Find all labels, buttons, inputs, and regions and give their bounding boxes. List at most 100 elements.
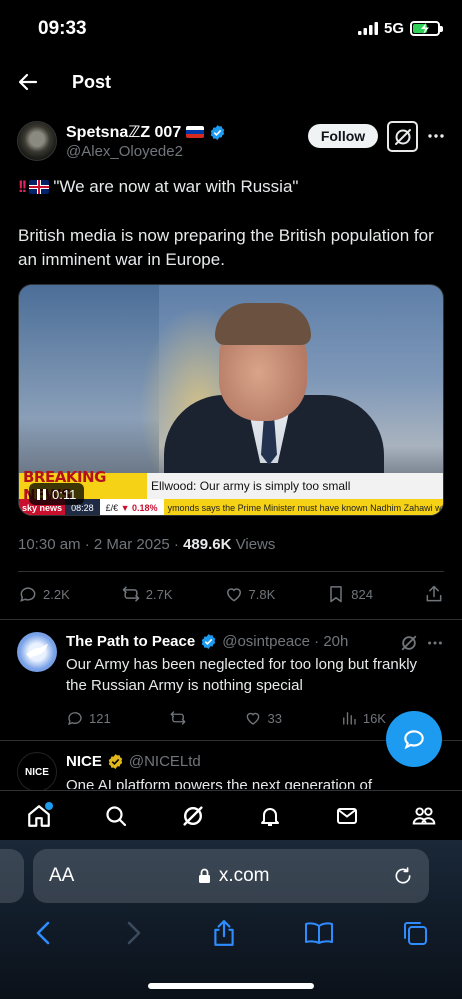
tweet-quote-text: "We are now at war with Russia" [53, 177, 299, 196]
reply-avatar[interactable]: NICE [17, 752, 57, 792]
people-icon [412, 806, 435, 825]
pause-icon[interactable] [37, 488, 46, 500]
reply-icon [67, 712, 82, 726]
divider [18, 571, 444, 572]
grok-icon[interactable] [387, 121, 418, 152]
search-icon [105, 805, 126, 826]
author-name[interactable]: SpetsnaℤZ 007 [66, 122, 181, 142]
back-chevron-icon[interactable] [33, 920, 55, 946]
reply-icon [20, 587, 36, 602]
russia-flag-icon [186, 126, 205, 138]
verified-badge-icon [201, 634, 216, 649]
forward-chevron-icon[interactable] [122, 920, 144, 946]
tweet-actions: 2.2K 2.7K 7.8K 824 [18, 584, 444, 604]
video-person-hair [215, 303, 311, 345]
video-studio-background [19, 285, 159, 475]
gold-verified-badge-icon [108, 754, 123, 769]
grok-icon[interactable] [400, 634, 418, 652]
reply-author-name[interactable]: The Path to Peace [66, 633, 195, 650]
reply-header: NICE @NICELtd [66, 753, 201, 770]
like-button[interactable]: 33 [244, 709, 282, 727]
reply-button[interactable]: 121 [66, 709, 111, 727]
share-icon[interactable] [211, 919, 237, 947]
heart-icon [247, 712, 260, 725]
divider [0, 619, 462, 620]
tab-notifications[interactable] [255, 801, 285, 831]
analytics-icon [342, 712, 356, 725]
dove-icon [26, 644, 48, 658]
page-settings-button[interactable]: AA [49, 865, 74, 887]
previous-tab-preview[interactable] [0, 849, 24, 903]
tab-communities[interactable] [409, 801, 439, 831]
views-count: 16K [362, 710, 386, 726]
lock-icon [198, 868, 210, 883]
url-display[interactable]: x.com [198, 865, 270, 887]
reply-actions: 121 33 16K [66, 709, 386, 727]
like-count: 7.8K [248, 586, 276, 602]
reply-avatar[interactable] [17, 632, 57, 672]
reply-header: The Path to Peace @osintpeace · 20h [66, 633, 348, 650]
share-icon [426, 585, 442, 602]
bell-icon [260, 807, 279, 826]
video-time: 0:11 [52, 486, 77, 502]
reply-count: 121 [89, 710, 111, 726]
video-timer[interactable]: 0:11 [29, 483, 85, 505]
views-button[interactable]: 16K [340, 709, 386, 727]
more-options-icon[interactable] [426, 634, 444, 652]
video-lower-third: Ellwood: Our army is simply too small [147, 473, 443, 499]
status-icons: 5G [357, 20, 443, 37]
reply-text: Our Army has been neglected for too long… [66, 656, 418, 694]
author-name-row[interactable]: SpetsnaℤZ 007 [66, 122, 226, 142]
repost-icon [170, 711, 186, 725]
author-avatar[interactable] [17, 121, 57, 161]
ticker-news: ymonds says the Prime Minister must have… [163, 499, 443, 515]
repost-icon [122, 586, 139, 602]
url-domain: x.com [218, 865, 270, 886]
bookmarks-icon[interactable] [304, 921, 334, 945]
reply-handle-time[interactable]: @osintpeace · 20h [222, 633, 348, 650]
bookmark-count: 824 [351, 586, 373, 602]
views-count: 489.6K [183, 536, 232, 553]
tab-search[interactable] [101, 801, 131, 831]
bookmark-icon [330, 586, 342, 603]
repost-button[interactable] [169, 709, 187, 727]
reply-author-name[interactable]: NICE [66, 753, 102, 770]
tweet-video[interactable]: BREAKING NEWS Ellwood: Our army is simpl… [18, 284, 444, 516]
notification-dot [44, 801, 53, 810]
bookmark-button[interactable]: 824 [326, 584, 373, 604]
network-label: 5G [383, 20, 404, 37]
status-time: 09:33 [38, 18, 87, 39]
battery-icon [410, 21, 443, 36]
follow-button[interactable]: Follow [308, 124, 378, 148]
reply-button[interactable]: 2.2K [18, 584, 70, 604]
tab-home[interactable] [24, 801, 54, 831]
more-options-icon[interactable] [426, 126, 446, 146]
reply-count: 2.2K [43, 586, 70, 602]
tab-messages[interactable] [332, 801, 362, 831]
verified-badge-icon [211, 124, 225, 140]
home-indicator[interactable] [148, 983, 314, 989]
reply-handle[interactable]: @NICELtd [129, 753, 201, 770]
views-label: Views [231, 536, 276, 553]
tab-grok[interactable] [178, 801, 208, 831]
like-count: 33 [267, 710, 282, 726]
address-bar[interactable]: AA x.com [33, 849, 429, 903]
share-button[interactable] [424, 584, 444, 604]
page-title: Post [72, 72, 112, 92]
safari-bottom-toolbar [0, 910, 462, 956]
author-handle[interactable]: @Alex_Oloyede2 [66, 143, 183, 160]
tweet-headline: !! "We are now at war with Russia" [18, 177, 298, 197]
grok-icon [182, 805, 203, 826]
double-exclamation-icon: !! [18, 177, 27, 196]
compose-reply-button[interactable] [386, 711, 442, 767]
back-arrow-icon[interactable] [16, 70, 40, 94]
like-button[interactable]: 7.8K [224, 584, 276, 604]
heart-icon [226, 588, 241, 602]
signal-icon [357, 22, 378, 35]
repost-button[interactable]: 2.7K [121, 584, 173, 604]
ticker-fx: £/€ ▼ 0.18% [105, 503, 158, 513]
tabs-icon[interactable] [401, 919, 429, 947]
bottom-tab-bar [0, 790, 462, 840]
reply-text: One AI platform powers the next generati… [66, 777, 373, 789]
reload-icon[interactable] [393, 866, 413, 886]
